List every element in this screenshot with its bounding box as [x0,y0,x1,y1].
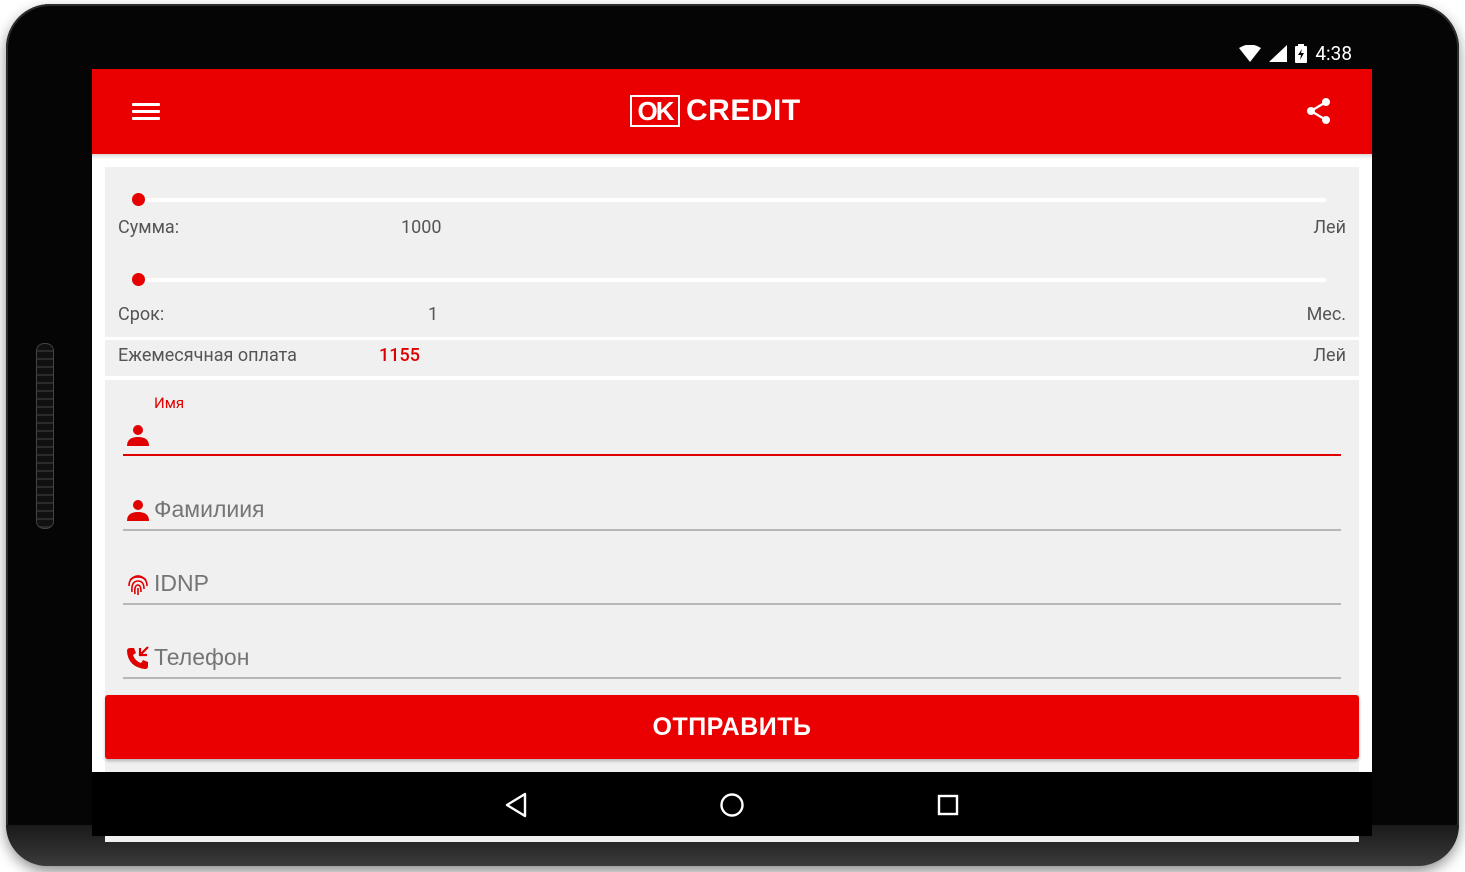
status-bar: 4:38 [92,36,1372,69]
monthly-value: 1155 [379,345,420,366]
monthly-payment-card: Ежемесячная оплата 1155 Лей [105,340,1359,376]
amount-label: Сумма: [118,217,180,238]
logo-text: CREDIT [686,94,801,127]
phone-field[interactable] [123,638,1341,688]
fingerprint-icon [128,575,148,595]
person-icon [127,500,149,521]
amount-unit: Лей [1313,217,1346,238]
phone-icon [127,646,149,669]
last-name-input[interactable] [154,496,1341,523]
person-icon [127,425,149,446]
last-name-field[interactable] [123,490,1341,540]
back-icon[interactable] [502,790,532,820]
menu-icon[interactable] [132,99,160,123]
amount-slider-thumb[interactable] [132,193,145,206]
app-logo: OK CREDIT [630,93,801,129]
signal-icon [1269,45,1288,62]
share-icon[interactable] [1306,97,1332,125]
wifi-icon [1239,45,1262,62]
idnp-underline [123,603,1341,605]
term-unit: Мес. [1306,304,1346,325]
monthly-unit: Лей [1313,345,1346,366]
appbar-shadow [92,154,1372,159]
first-name-underline [123,454,1341,456]
navigation-bar [92,772,1372,836]
status-time: 4:38 [1315,42,1352,65]
battery-icon [1295,44,1308,63]
first-name-field[interactable]: Имя [123,390,1341,460]
phone-input[interactable] [154,644,1341,671]
phone-underline [123,677,1341,679]
app-bar: OK CREDIT [92,69,1372,154]
term-value: 1 [428,304,439,325]
term-slider-thumb[interactable] [132,273,145,286]
device-side-button [36,343,54,529]
idnp-input[interactable] [154,570,1341,597]
monthly-label: Ежемесячная оплата [118,345,297,366]
term-label: Срок: [118,304,165,325]
content-area: Сумма: 1000 Лей Срок: 1 Мес. Ежемесячная… [92,154,1372,842]
recents-icon[interactable] [933,790,963,820]
last-name-underline [123,529,1341,531]
first-name-label: Имя [154,394,185,412]
home-icon[interactable] [717,790,747,820]
loan-calculator-card: Сумма: 1000 Лей Срок: 1 Мес. [105,167,1359,337]
idnp-field[interactable] [123,564,1341,614]
term-slider[interactable] [132,273,1326,286]
amount-value: 1000 [401,217,442,238]
amount-slider[interactable] [132,193,1326,206]
first-name-input[interactable] [154,422,1341,449]
submit-button[interactable]: ОТПРАВИТЬ [105,695,1359,759]
logo-mark: OK [630,95,680,127]
